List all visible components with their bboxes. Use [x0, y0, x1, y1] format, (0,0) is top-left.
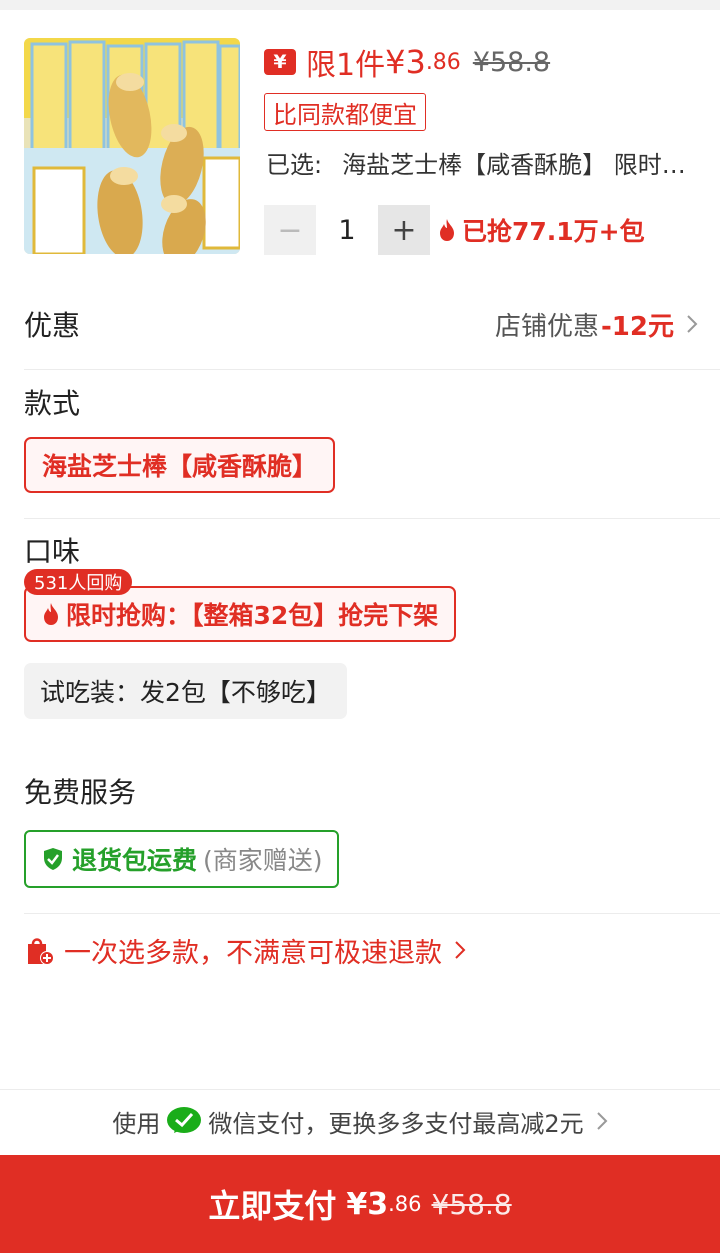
pay-now-button[interactable]: 立即支付 ¥3 .86 ¥58.8 [0, 1155, 720, 1253]
divider [24, 369, 720, 370]
service-sub: (商家赠送) [203, 846, 323, 875]
cheaper-tag: 比同款都便宜 [264, 93, 426, 131]
payment-text: 微信支付，更换多多支付最高减2元 [208, 1109, 584, 1138]
bag-plus-icon [28, 938, 54, 965]
sold-text: 已抢77.1万+包 [462, 217, 645, 246]
pay-original-price: ¥58.8 [431, 1187, 512, 1221]
discount-row[interactable]: 店铺优惠 -12元 [495, 304, 698, 344]
shield-check-icon [44, 848, 62, 870]
wechat-pay-icon [167, 1107, 202, 1133]
selected-value: 海盐芝士棒【咸香酥脆】 限时抢购：【整箱32包】抢完下架 [342, 151, 706, 179]
payment-prefix: 使用 [112, 1109, 161, 1138]
current-price: ¥3 [385, 43, 426, 81]
multi-select-link[interactable]: 一次选多款，不满意可极速退款 [24, 928, 466, 972]
flavor-option[interactable]: 试吃装：发2包【不够吃】 [24, 663, 347, 719]
chevron-right-icon [687, 315, 698, 333]
product-image[interactable] [24, 38, 240, 254]
pay-price: ¥3 [346, 1186, 389, 1222]
top-strip [0, 0, 720, 10]
quantity-stepper: − 1 + 已抢77.1万+包 [264, 205, 645, 255]
decrease-button[interactable]: − [264, 205, 316, 255]
yen-icon: ¥ [264, 49, 296, 75]
discount-amount: -12元 [601, 311, 674, 342]
style-option-selected[interactable]: 海盐芝士棒【咸香酥脆】 [24, 437, 336, 493]
discount-title: 优惠 [24, 309, 81, 342]
divider [24, 518, 720, 519]
multi-select-text: 一次选多款，不满意可极速退款 [64, 937, 442, 969]
repurchase-badge: 531人回购 [24, 569, 133, 595]
style-title: 款式 [24, 387, 81, 420]
current-price-decimal: .86 [425, 49, 461, 75]
service-title: 免费服务 [24, 776, 137, 809]
service-main: 退货包运费 [72, 846, 198, 875]
pay-price-decimal: .86 [388, 1192, 422, 1216]
free-return-service[interactable]: 退货包运费 (商家赠送) [24, 830, 339, 888]
flavor-option-selected-label: 限时抢购：【整箱32包】抢完下架 [66, 601, 439, 630]
price-row: ¥ 限1件 ¥3 .86 ¥58.8 [264, 40, 550, 84]
divider [0, 1089, 720, 1090]
sold-count: 已抢77.1万+包 [438, 212, 645, 248]
selected-label: 已选: [266, 151, 323, 179]
discount-label: 店铺优惠 [495, 311, 600, 342]
limit-label: 限1件 [306, 48, 386, 83]
quantity-value[interactable]: 1 [316, 215, 378, 246]
selected-row: 已选: 海盐芝士棒【咸香酥脆】 限时抢购：【整箱32包】抢完下架 [266, 146, 706, 184]
chevron-right-icon [455, 941, 466, 959]
divider [24, 913, 720, 914]
pay-button-label: 立即支付 [208, 1187, 337, 1225]
flavor-title: 口味 [24, 535, 81, 568]
fire-icon [440, 219, 454, 241]
payment-method-row[interactable]: 使用 微信支付，更换多多支付最高减2元 [0, 1098, 720, 1144]
fire-icon [44, 603, 58, 625]
original-price: ¥58.8 [472, 46, 551, 78]
chevron-right-icon [596, 1112, 608, 1130]
increase-button[interactable]: + [378, 205, 430, 255]
